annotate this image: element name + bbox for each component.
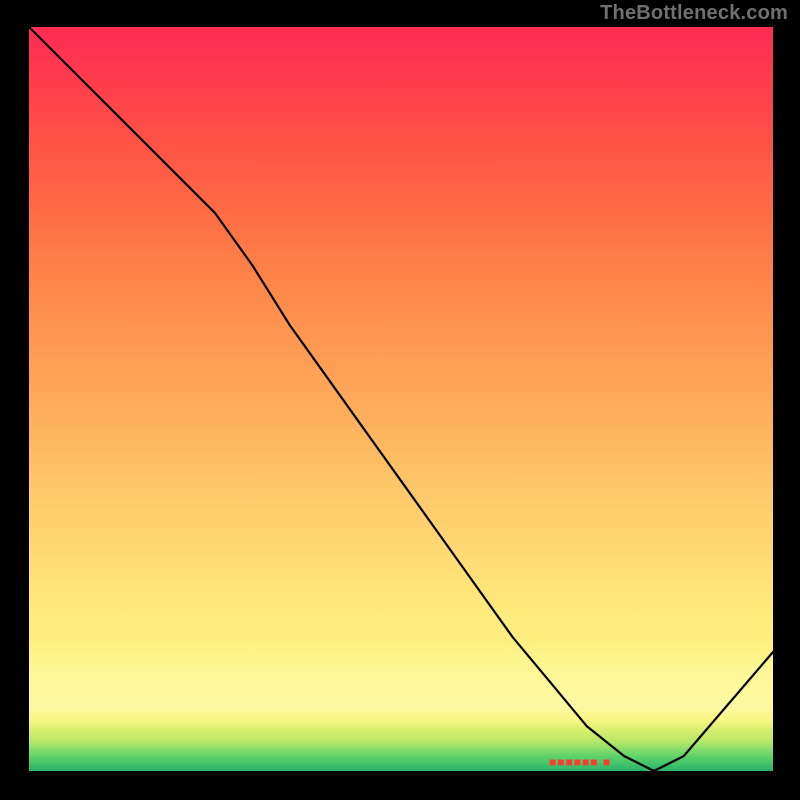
plot-area	[29, 27, 773, 771]
chart-stage: TheBottleneck.com ■■■■■■ ■	[0, 0, 800, 800]
optimal-marker: ■■■■■■ ■	[549, 755, 611, 769]
attribution-text: TheBottleneck.com	[600, 2, 788, 25]
